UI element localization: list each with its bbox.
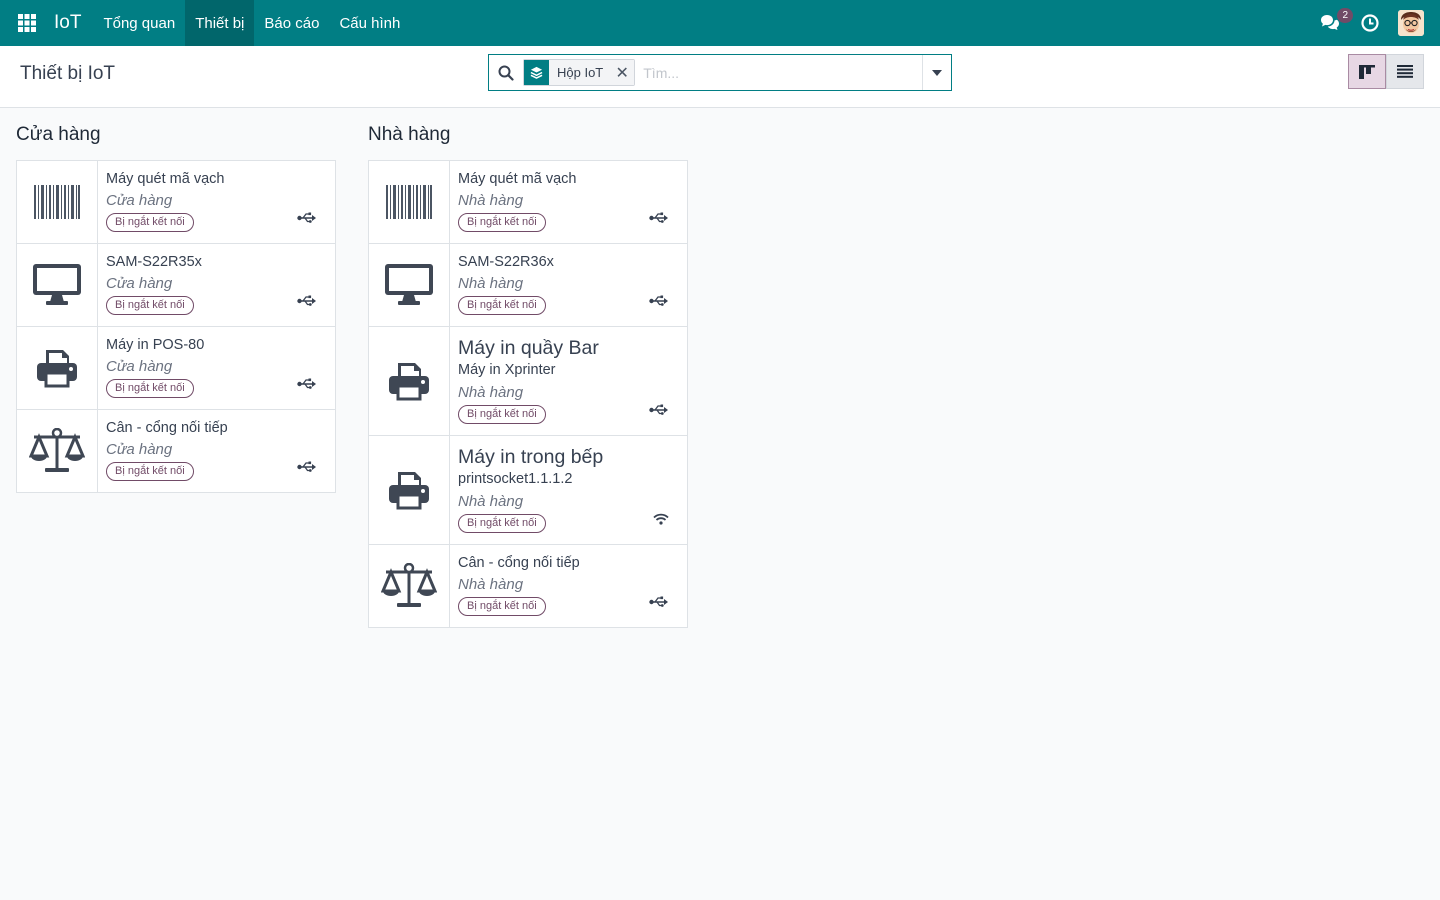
- column-restaurant: Nhà hàng Máy quét mã vạch Nhà hàng Bị ngắt…: [368, 108, 688, 628]
- app-brand[interactable]: IoT: [54, 12, 81, 34]
- printer-icon: [369, 436, 450, 544]
- device-name: Máy quét mã vạch: [106, 171, 225, 187]
- menu-reporting[interactable]: Báo cáo: [254, 0, 329, 46]
- monitor-icon: [17, 244, 98, 326]
- device-card[interactable]: Máy quét mã vạch Nhà hàng Bị ngắt kết nối: [368, 160, 688, 244]
- device-location: Cửa hàng: [106, 192, 173, 209]
- usb-icon: [297, 377, 317, 393]
- app-menu-icon[interactable]: [0, 0, 54, 46]
- menu-configuration[interactable]: Cấu hình: [329, 0, 410, 46]
- status-badge: Bị ngắt kết nối: [458, 405, 546, 424]
- device-card-body: Cân - cổng nối tiếp Cửa hàng Bị ngắt kết n…: [98, 410, 335, 492]
- device-card[interactable]: SAM-S22R36x Nhà hàng Bị ngắt kết nối: [368, 243, 688, 327]
- device-name: SAM-S22R35x: [106, 254, 202, 270]
- search-bar: Hộp IoT ✕: [488, 54, 952, 91]
- status-badge: Bị ngắt kết nối: [458, 514, 546, 533]
- kanban-board: Cửa hàng Máy quét mã vạch Cửa hàng Bị ngắt…: [16, 108, 688, 628]
- top-navbar: IoT Tổng quan Thiết bị Báo cáo Cấu hình …: [0, 0, 1440, 46]
- status-badge: Bị ngắt kết nối: [106, 213, 194, 232]
- device-card[interactable]: Máy in trong bếp printsocket1.1.1.2 Nhà hà…: [368, 435, 688, 545]
- device-location: Nhà hàng: [458, 192, 524, 209]
- scale-icon: [369, 545, 450, 627]
- kanban-icon: [1359, 64, 1375, 79]
- view-switcher: [1348, 54, 1424, 89]
- device-card-body: SAM-S22R35x Cửa hàng Bị ngắt kết nối: [98, 244, 335, 326]
- barcode-icon: [369, 161, 450, 243]
- device-card-body: Máy in trong bếp printsocket1.1.1.2 Nhà hà…: [450, 436, 687, 544]
- wifi-icon: [653, 512, 669, 528]
- facet-label: Hộp IoT: [549, 60, 611, 85]
- menu-overview[interactable]: Tổng quan: [93, 0, 185, 46]
- device-subtitle: printsocket1.1.1.2: [458, 471, 573, 487]
- status-badge: Bị ngắt kết nối: [458, 296, 546, 315]
- device-location: Nhà hàng: [458, 384, 524, 401]
- printer-icon: [17, 327, 98, 409]
- device-name: Máy in POS-80: [106, 337, 205, 353]
- list-view-button[interactable]: [1386, 54, 1424, 89]
- page-title: Thiết bị IoT: [20, 63, 116, 84]
- activity-clock-icon[interactable]: [1360, 13, 1380, 33]
- device-name: Cân - cổng nối tiếp: [106, 420, 228, 436]
- search-icon[interactable]: [489, 65, 523, 81]
- usb-icon: [297, 294, 317, 310]
- device-location: Nhà hàng: [458, 493, 524, 510]
- device-name: Cân - cổng nối tiếp: [458, 555, 580, 571]
- monitor-icon: [369, 244, 450, 326]
- caret-down-icon: [932, 69, 942, 76]
- column-title: Nhà hàng: [368, 124, 451, 145]
- kanban-view-button[interactable]: [1348, 54, 1386, 89]
- device-name: Máy in quầy Bar: [458, 337, 599, 359]
- column-title: Cửa hàng: [16, 124, 101, 145]
- usb-icon: [297, 460, 317, 476]
- device-card[interactable]: Cân - cổng nối tiếp Cửa hàng Bị ngắt kết n…: [16, 409, 336, 493]
- device-location: Cửa hàng: [106, 441, 173, 458]
- device-subtitle: Máy in Xprinter: [458, 362, 556, 378]
- search-input[interactable]: [635, 55, 922, 90]
- facet-close-icon[interactable]: ✕: [610, 60, 635, 85]
- device-card[interactable]: SAM-S22R35x Cửa hàng Bị ngắt kết nối: [16, 243, 336, 327]
- device-name: Máy quét mã vạch: [458, 171, 577, 187]
- status-badge: Bị ngắt kết nối: [458, 597, 546, 616]
- search-facet: Hộp IoT ✕: [523, 59, 636, 86]
- status-badge: Bị ngắt kết nối: [106, 379, 194, 398]
- search-options-toggle[interactable]: [922, 55, 951, 90]
- printer-icon: [369, 327, 450, 435]
- usb-icon: [649, 294, 669, 310]
- list-icon: [1397, 65, 1413, 78]
- device-location: Nhà hàng: [458, 275, 524, 292]
- messages-button[interactable]: 2: [1318, 8, 1353, 35]
- device-card-body: Máy in quầy Bar Máy in Xprinter Nhà hàng Bị…: [450, 327, 687, 435]
- device-location: Cửa hàng: [106, 358, 173, 375]
- device-card-body: Máy in POS-80 Cửa hàng Bị ngắt kết nối: [98, 327, 335, 409]
- status-badge: Bị ngắt kết nối: [106, 462, 194, 481]
- device-name: Máy in trong bếp: [458, 446, 604, 468]
- menu-devices[interactable]: Thiết bị: [185, 0, 255, 46]
- device-card-body: Máy quét mã vạch Nhà hàng Bị ngắt kết nối: [450, 161, 687, 243]
- column-store: Cửa hàng Máy quét mã vạch Cửa hàng Bị ngắt…: [16, 108, 336, 628]
- device-card[interactable]: Máy in POS-80 Cửa hàng Bị ngắt kết nối: [16, 326, 336, 410]
- usb-icon: [649, 211, 669, 227]
- scale-icon: [17, 410, 98, 492]
- device-card-body: SAM-S22R36x Nhà hàng Bị ngắt kết nối: [450, 244, 687, 326]
- device-card-body: Cân - cổng nối tiếp Nhà hàng Bị ngắt kết n…: [450, 545, 687, 627]
- usb-icon: [297, 211, 317, 227]
- usb-icon: [649, 595, 669, 611]
- barcode-icon: [17, 161, 98, 243]
- device-name: SAM-S22R36x: [458, 254, 554, 270]
- layers-icon: [524, 60, 549, 85]
- message-count-badge: 2: [1337, 8, 1353, 23]
- device-card[interactable]: Máy in quầy Bar Máy in Xprinter Nhà hàng Bị…: [368, 326, 688, 436]
- control-panel: Thiết bị IoT Hộp IoT ✕: [0, 46, 1440, 108]
- usb-icon: [649, 403, 669, 419]
- device-card[interactable]: Máy quét mã vạch Cửa hàng Bị ngắt kết nối: [16, 160, 336, 244]
- device-card[interactable]: Cân - cổng nối tiếp Nhà hàng Bị ngắt kết n…: [368, 544, 688, 628]
- status-badge: Bị ngắt kết nối: [458, 213, 546, 232]
- status-badge: Bị ngắt kết nối: [106, 296, 194, 315]
- device-location: Nhà hàng: [458, 576, 524, 593]
- device-card-body: Máy quét mã vạch Cửa hàng Bị ngắt kết nối: [98, 161, 335, 243]
- user-avatar[interactable]: [1398, 10, 1424, 36]
- device-location: Cửa hàng: [106, 275, 173, 292]
